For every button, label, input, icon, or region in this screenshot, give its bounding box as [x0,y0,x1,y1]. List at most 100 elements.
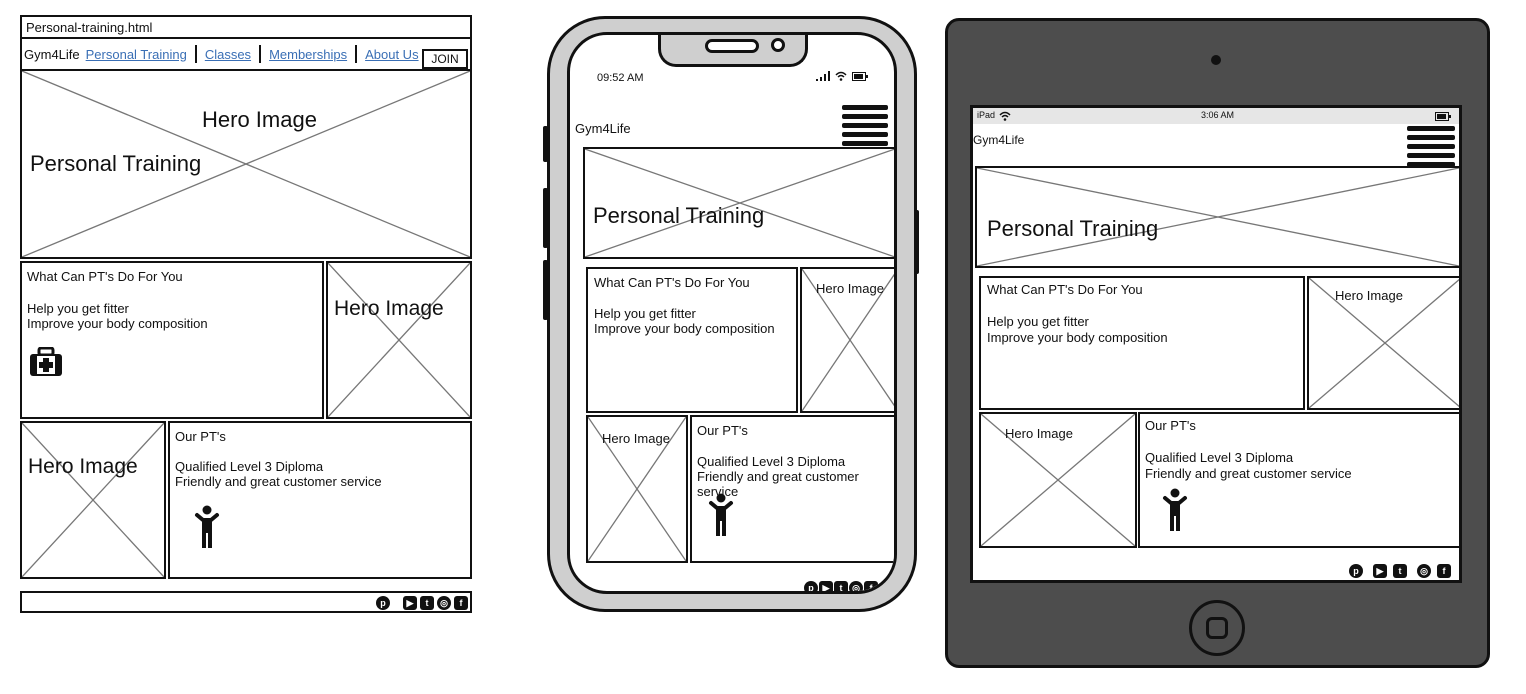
phone-side-button [543,126,548,162]
pt-card-line2: Improve your body composition [27,316,208,331]
nav-divider [194,45,197,63]
phone-side-image: Hero Image [800,267,894,413]
desktop-footer: p ▶ t ◎ f [20,591,472,613]
person-icon [1163,488,1187,531]
phone-wireframe: 09:52 AM Gym4Life Personal Training What… [543,16,919,612]
desktop-ours-card: Our PT's Qualified Level 3 Diploma Frien… [168,421,472,579]
nav-link-classes[interactable]: Classes [205,47,251,62]
phone-ours-card-line2: Friendly and great customer [697,469,859,484]
phone-speaker [705,39,759,53]
nav-link-memberships[interactable]: Memberships [269,47,347,62]
desktop-pt-card: What Can PT's Do For You Help you get fi… [20,261,324,419]
phone-pt-card: What Can PT's Do For You Help you get fi… [586,267,798,413]
battery-icon [1435,112,1451,121]
desktop-title-bar: Personal-training.html [20,15,472,39]
pinterest-icon[interactable]: p [804,581,818,591]
pinterest-icon[interactable]: p [1349,564,1363,578]
tablet-device-label: iPad [977,110,996,120]
youtube-icon[interactable]: ▶ [819,581,833,591]
person-icon [709,493,733,536]
instagram-icon[interactable]: ◎ [849,581,863,591]
facebook-icon[interactable]: f [454,596,468,610]
tablet-side-image: Hero Image [1307,276,1459,410]
desktop-wireframe: Personal-training.html Gym4Life Personal… [20,15,472,613]
twitter-icon[interactable]: t [1393,564,1407,578]
signal-icon [816,71,830,81]
desktop-hero-image: Hero Image Personal Training [20,69,472,259]
tablet-side-image-label: Hero Image [1335,288,1403,303]
ours-card-line1: Qualified Level 3 Diploma [175,459,324,474]
ours-card-line2: Friendly and great customer service [175,474,382,489]
tablet-screen: iPad 3:06 AM Gym4Life Personal Training … [970,105,1462,583]
pt-card-line1: Help you get fitter [27,301,129,316]
tablet-camera [1211,55,1221,65]
phone-screen: 09:52 AM Gym4Life Personal Training What… [567,32,897,594]
nav-divider [259,45,262,63]
phone-ours-image-label: Hero Image [602,431,670,446]
phone-pt-card-line2: Improve your body composition [594,321,775,336]
twitter-icon[interactable]: t [834,581,848,591]
tablet-ours-card-line2: Friendly and great customer service [1145,466,1352,481]
tablet-pt-card-line2: Improve your body composition [987,330,1168,345]
medical-kit-icon [30,347,62,376]
phone-pt-card-line1: Help you get fitter [594,306,696,321]
phone-pt-card-heading: What Can PT's Do For You [594,275,750,290]
phone-side-button [543,260,548,320]
desktop-ours-image: Hero Image [20,421,166,579]
phone-side-button [914,210,919,274]
tablet-pt-card-line1: Help you get fitter [987,314,1089,329]
join-button[interactable]: JOIN [422,49,468,69]
desktop-brand[interactable]: Gym4Life [24,47,80,62]
phone-ours-card-heading: Our PT's [697,423,748,438]
desktop-side-image: Hero Image [326,261,472,419]
instagram-icon[interactable]: ◎ [437,596,451,610]
phone-ours-card-line1: Qualified Level 3 Diploma [697,454,846,469]
wifi-icon [835,71,847,81]
instagram-icon[interactable]: ◎ [1417,564,1431,578]
tablet-wireframe: iPad 3:06 AM Gym4Life Personal Training … [945,18,1490,668]
twitter-icon[interactable]: t [420,596,434,610]
tablet-status-time: 3:06 AM [1201,110,1235,120]
phone-brand[interactable]: Gym4Life [575,121,631,137]
phone-hero-title: Personal Training [593,203,765,228]
hamburger-menu-icon[interactable] [842,105,888,150]
phone-ours-image: Hero Image [586,415,688,563]
tablet-ours-card-line1: Qualified Level 3 Diploma [1145,450,1294,465]
phone-notch [658,35,808,67]
desktop-hero-title: Personal Training [30,151,202,176]
tablet-ours-card: Our PT's Qualified Level 3 Diploma Frien… [1138,412,1459,548]
tablet-pt-card: What Can PT's Do For You Help you get fi… [979,276,1305,410]
nav-link-personal-training[interactable]: Personal Training [86,47,187,62]
nav-link-about-us[interactable]: About Us [365,47,418,62]
battery-icon [852,71,868,81]
tablet-pt-card-heading: What Can PT's Do For You [987,282,1143,297]
pinterest-icon[interactable]: p [376,596,390,610]
tablet-ours-card-heading: Our PT's [1145,418,1196,433]
phone-status-time: 09:52 AM [597,72,644,84]
desktop-window-title: Personal-training.html [26,20,153,35]
phone-hero-image: Personal Training [583,147,894,259]
youtube-icon[interactable]: ▶ [1373,564,1387,578]
tablet-brand[interactable]: Gym4Life [973,132,1024,148]
tablet-ours-image-label: Hero Image [1005,426,1073,441]
tablet-status-bar: iPad 3:06 AM [973,108,1459,124]
tablet-ours-image: Hero Image [979,412,1137,548]
desktop-side-image-label: Hero Image [334,297,444,320]
phone-ours-card: Our PT's Qualified Level 3 Diploma Frien… [690,415,894,563]
nav-divider [355,45,358,63]
hamburger-menu-icon[interactable] [1407,126,1455,171]
wifi-icon [999,111,1011,121]
desktop-hero-image-label: Hero Image [202,107,317,132]
tablet-hero-image: Personal Training [975,166,1459,268]
pt-card-heading: What Can PT's Do For You [27,269,183,284]
phone-side-button [543,188,548,248]
phone-camera [771,38,785,52]
youtube-icon[interactable]: ▶ [403,596,417,610]
phone-side-image-label: Hero Image [816,281,884,296]
desktop-ours-image-label: Hero Image [28,455,138,478]
tablet-hero-title: Personal Training [987,216,1159,241]
facebook-icon[interactable]: f [1437,564,1451,578]
ours-card-heading: Our PT's [175,429,226,444]
tablet-home-button[interactable] [1189,600,1245,656]
person-icon [195,505,219,548]
